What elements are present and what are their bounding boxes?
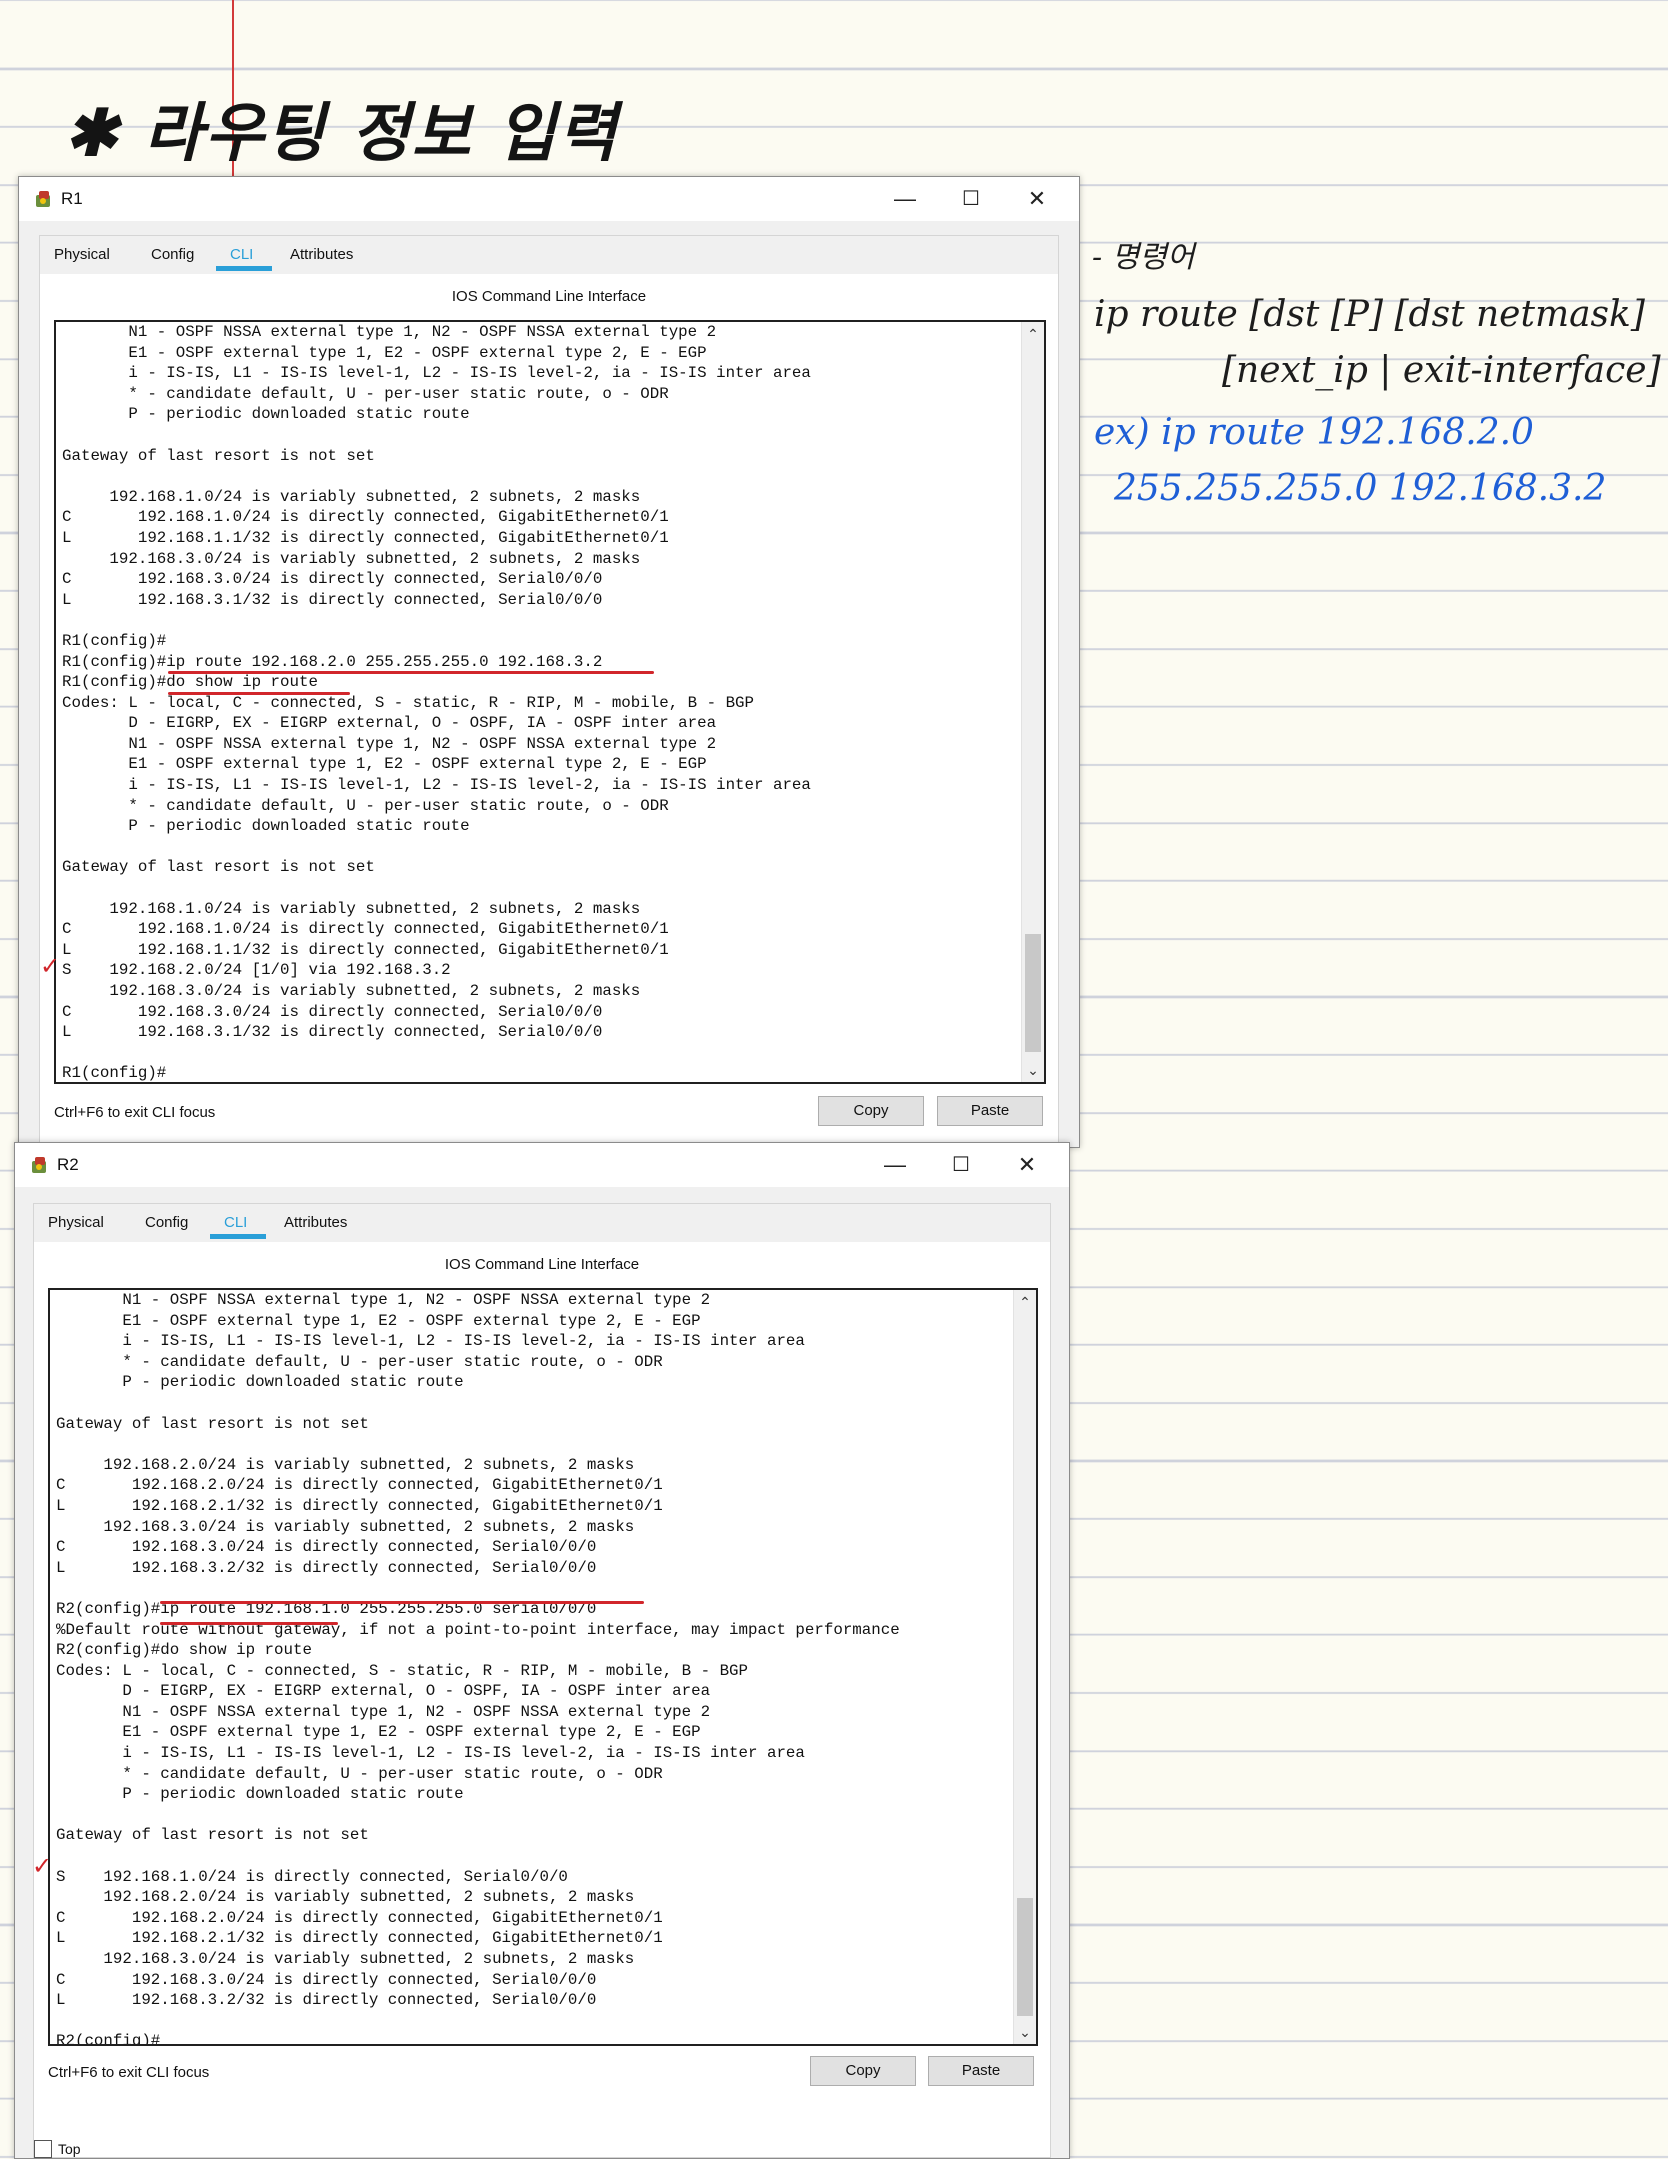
r2-show-underline — [160, 1622, 338, 1625]
tab-attributes[interactable]: Attributes — [284, 1214, 347, 1231]
r1-panel: Physical Config CLI Attributes IOS Comma… — [39, 235, 1059, 1147]
top-checkbox-label: Top — [58, 2141, 81, 2157]
router-app-icon — [36, 191, 50, 207]
tab-physical[interactable]: Physical — [54, 246, 110, 263]
r1-terminal[interactable]: N1 - OSPF NSSA external type 1, N2 - OSP… — [54, 320, 1046, 1084]
r2-window-title: R2 — [57, 1155, 79, 1174]
note-example-line2: 255.255.255.0 192.168.3.2 — [1114, 468, 1607, 509]
r2-panel: Physical Config CLI Attributes IOS Comma… — [33, 1203, 1051, 2158]
close-icon[interactable]: ✕ — [1001, 1149, 1053, 1181]
router-app-icon — [32, 1157, 46, 1173]
r1-scrollbar[interactable]: ⌃ ⌄ — [1021, 322, 1044, 1082]
ios-cli-header: IOS Command Line Interface — [444, 1256, 640, 1273]
handwritten-title: ✱ 라우팅 정보 입력 — [64, 96, 619, 171]
tab-cli-underline — [216, 266, 272, 271]
r2-scroll-thumb[interactable] — [1017, 1898, 1033, 2016]
r2-tabbar: Physical Config CLI Attributes — [34, 1204, 1050, 1242]
note-example-line1: ex) ip route 192.168.2.0 — [1094, 412, 1534, 453]
top-checkbox[interactable] — [34, 2140, 52, 2158]
scroll-down-icon[interactable]: ⌄ — [1022, 1060, 1044, 1080]
tab-cli[interactable]: CLI — [230, 246, 253, 263]
r2-scrollbar[interactable]: ⌃ ⌄ — [1013, 1290, 1036, 2044]
tab-config[interactable]: Config — [145, 1214, 188, 1231]
scroll-down-icon[interactable]: ⌄ — [1014, 2022, 1036, 2042]
minimize-icon[interactable]: — — [869, 1149, 921, 1181]
maximize-icon[interactable]: ☐ — [945, 183, 997, 215]
maximize-icon[interactable]: ☐ — [935, 1149, 987, 1181]
r2-cli-hint: Ctrl+F6 to exit CLI focus — [48, 2064, 210, 2081]
r2-terminal-output: N1 - OSPF NSSA external type 1, N2 - OSP… — [56, 1291, 900, 2046]
scroll-up-icon[interactable]: ⌃ — [1022, 324, 1044, 344]
note-syntax-line1: ip route [dst [P] [dst netmask] — [1094, 294, 1645, 335]
tab-cli-underline — [210, 1234, 266, 1239]
note-syntax-label: - 명령어 — [1092, 240, 1195, 275]
scroll-up-icon[interactable]: ⌃ — [1014, 1292, 1036, 1312]
r2-command-underline — [160, 1601, 644, 1604]
tab-cli[interactable]: CLI — [224, 1214, 247, 1231]
r1-window: R1 — ☐ ✕ Physical Config CLI Attributes … — [18, 176, 1080, 1148]
note-syntax-line2: [next_ip | exit-interface] — [1222, 350, 1661, 391]
r1-show-underline — [168, 692, 350, 695]
r2-terminal[interactable]: N1 - OSPF NSSA external type 1, N2 - OSP… — [48, 1288, 1038, 2046]
tab-config[interactable]: Config — [151, 246, 194, 263]
ios-cli-header: IOS Command Line Interface — [451, 288, 647, 305]
r1-command-underline — [168, 671, 654, 674]
r2-copy-button[interactable]: Copy — [810, 2056, 916, 2086]
r1-titlebar[interactable]: R1 — ☐ ✕ — [19, 177, 1079, 221]
r1-tabbar: Physical Config CLI Attributes — [40, 236, 1058, 274]
r2-static-route-checkmark: ✓ — [32, 1852, 53, 1880]
r1-window-title: R1 — [61, 189, 83, 208]
r2-window: R2 — ☐ ✕ Physical Config CLI Attributes … — [14, 1142, 1070, 2159]
r1-scroll-thumb[interactable] — [1025, 934, 1041, 1052]
r1-static-route-checkmark: ✓ — [40, 952, 61, 980]
tab-attributes[interactable]: Attributes — [290, 246, 353, 263]
r1-copy-button[interactable]: Copy — [818, 1096, 924, 1126]
r2-titlebar[interactable]: R2 — ☐ ✕ — [15, 1143, 1069, 1187]
r1-paste-button[interactable]: Paste — [937, 1096, 1043, 1126]
close-icon[interactable]: ✕ — [1011, 183, 1063, 215]
r1-cli-hint: Ctrl+F6 to exit CLI focus — [54, 1104, 216, 1121]
r2-paste-button[interactable]: Paste — [928, 2056, 1034, 2086]
tab-physical[interactable]: Physical — [48, 1214, 104, 1231]
minimize-icon[interactable]: — — [879, 183, 931, 215]
r1-terminal-output: N1 - OSPF NSSA external type 1, N2 - OSP… — [62, 323, 811, 1083]
